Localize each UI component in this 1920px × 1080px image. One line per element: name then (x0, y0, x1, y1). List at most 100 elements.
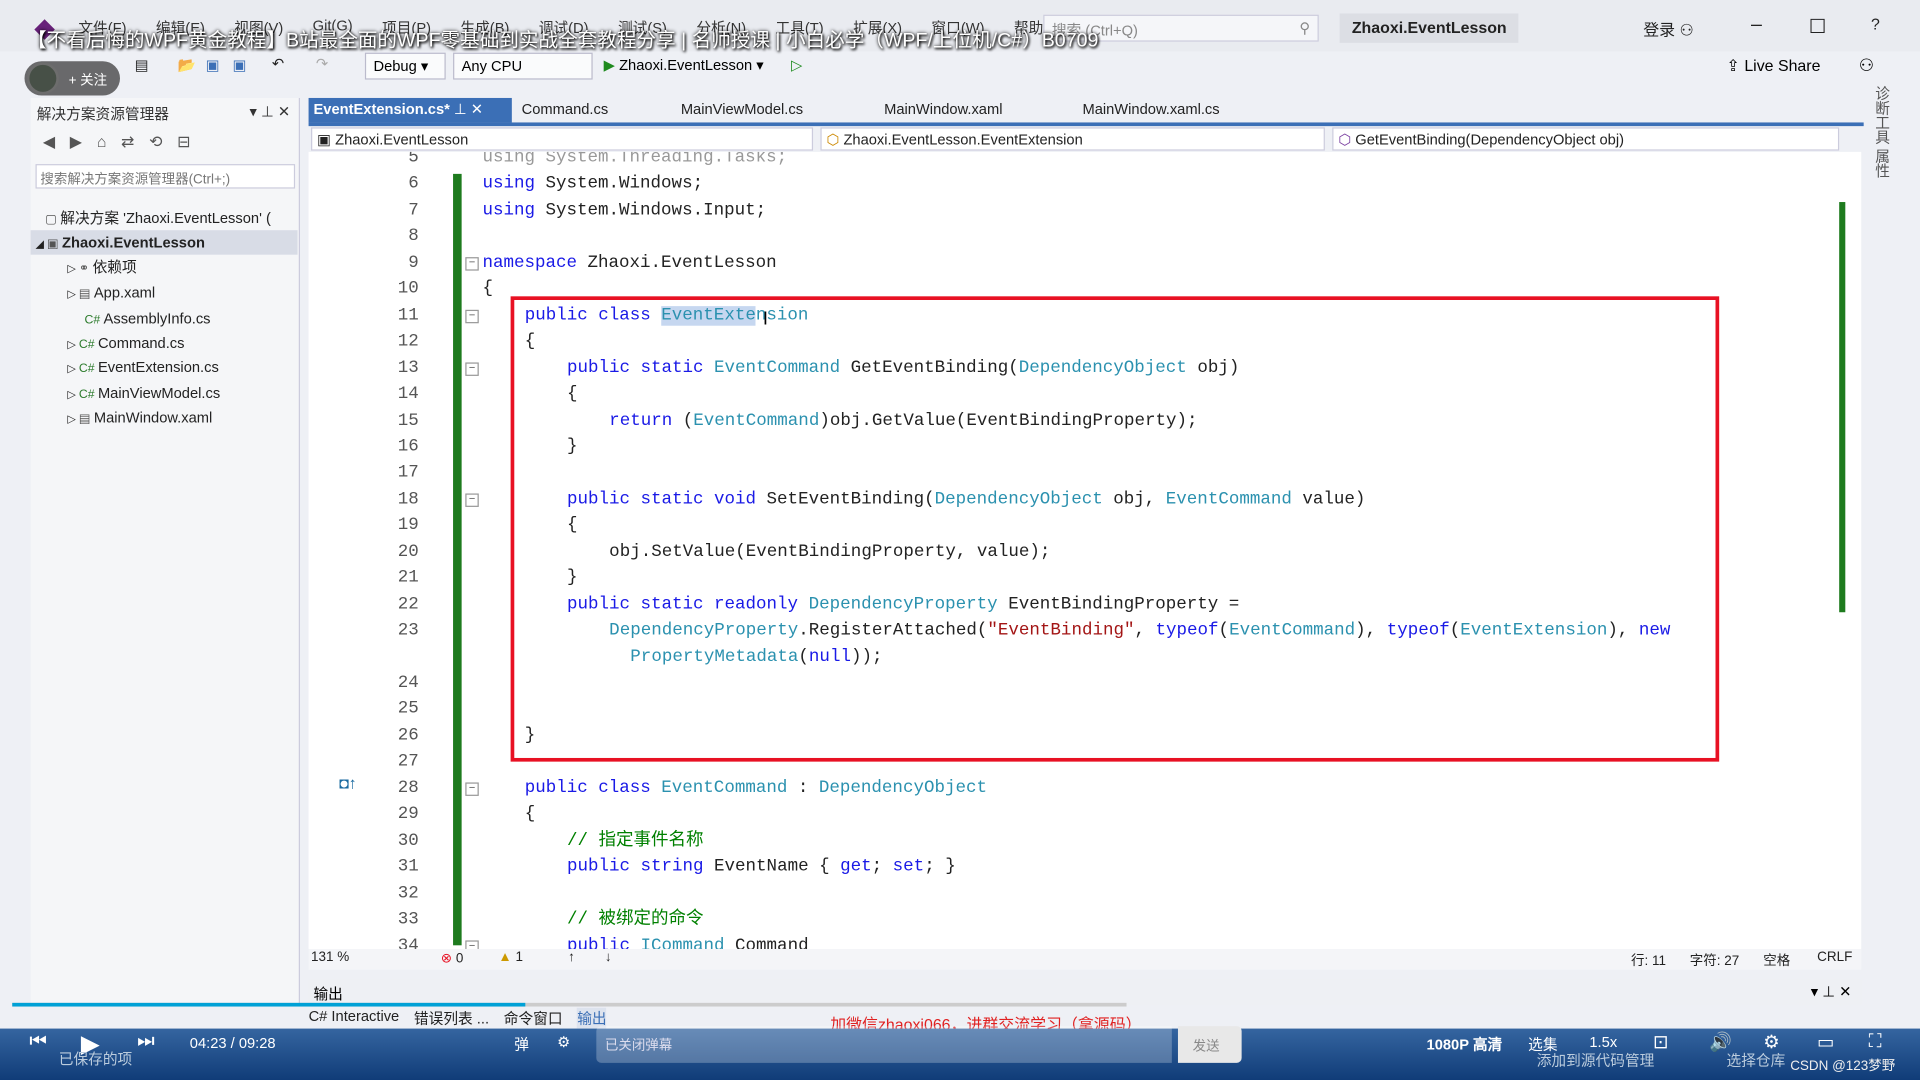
subtitle-icon[interactable]: ⊡ (1653, 1031, 1668, 1053)
home-icon[interactable]: ⌂ (97, 132, 107, 152)
collapse-region-icon[interactable]: − (465, 782, 479, 796)
back-icon[interactable]: ◀ (43, 132, 55, 152)
start-debug-button[interactable]: ▶ Zhaoxi.EventLesson ▾ (604, 56, 764, 73)
search-icon: ⚲ (1299, 19, 1311, 37)
code-line[interactable]: 31 public string EventName { get; set; } (309, 855, 1862, 881)
collapse-region-icon[interactable]: − (465, 256, 479, 271)
redo-icon[interactable]: ↷ (316, 55, 328, 72)
help-icon[interactable]: ? (1871, 15, 1880, 33)
member-navigation-dropdown[interactable]: ⬡ GetEventBinding(DependencyObject obj) (1332, 127, 1840, 151)
fullscreen-icon[interactable]: ⛶ (1869, 1031, 1882, 1052)
live-share-button[interactable]: ⇪ Live Share (1727, 56, 1821, 76)
start-without-debug-icon[interactable]: ▷ (791, 56, 802, 73)
diagnostic-tools-tab[interactable]: 诊断工具 属性 (1866, 86, 1893, 943)
next-video-icon[interactable]: ⏭ (137, 1031, 155, 1053)
code-line[interactable]: 32 (309, 881, 1862, 907)
minimize-button[interactable]: – (1751, 15, 1762, 37)
expand-chevron-icon[interactable]: ▷ (67, 338, 79, 350)
history-icon[interactable]: ⟲ (149, 132, 162, 152)
expand-chevron-icon[interactable]: ◢ (36, 238, 48, 250)
tab-eventextension-cs-[interactable]: EventExtension.cs* ⊥ ✕ (308, 97, 512, 123)
code-line[interactable]: 5 using System.Threading.Tasks; (309, 152, 1862, 172)
tree-item[interactable]: ▷ ⚭ 依赖项 (31, 255, 298, 279)
tab-mainwindow-xaml-cs[interactable]: MainWindow.xaml.cs (1078, 98, 1225, 122)
code-line[interactable]: 34 − public ICommand Command (309, 934, 1862, 949)
tree-item[interactable]: C# AssemblyInfo.cs (31, 306, 298, 330)
code-line[interactable]: 9 − namespace Zhaoxi.EventLesson (309, 251, 1862, 277)
tree-item[interactable]: ▷ C# Command.cs (31, 331, 298, 355)
close-icon[interactable]: ▾ ⊥ ✕ (250, 103, 291, 120)
nav-project-label: Zhaoxi.EventLesson (335, 131, 469, 149)
code-line[interactable]: 8 (309, 225, 1862, 251)
danmaku-toggle-icon[interactable]: 弹 (514, 1033, 529, 1054)
expand-chevron-icon[interactable]: ▷ (67, 413, 79, 425)
tab-close-icon[interactable]: ⊥ ✕ (450, 100, 483, 117)
bottom-tab[interactable]: 错误列表 ... (414, 1008, 489, 1029)
tree-item[interactable]: ▷ C# MainViewModel.cs (31, 381, 298, 405)
bottom-tab[interactable]: 命令窗口 (504, 1008, 563, 1029)
danmaku-input[interactable]: 已关闭弹幕 (596, 1026, 1172, 1063)
tree-item[interactable]: ▷ ▤ MainWindow.xaml (31, 405, 298, 429)
collapse-region-icon[interactable]: − (465, 309, 479, 323)
new-project-icon[interactable]: ▤ (135, 56, 149, 73)
feedback-icon[interactable]: ⚇ (1859, 55, 1874, 76)
tree-item[interactable]: ▷ C# EventExtension.cs (31, 355, 298, 379)
expand-chevron-icon[interactable]: ▷ (67, 362, 79, 374)
project-navigation-dropdown[interactable]: ▣ Zhaoxi.EventLesson (311, 127, 814, 151)
code-token: : (797, 778, 819, 799)
undo-icon[interactable]: ↶ (272, 55, 284, 72)
expand-chevron-icon[interactable]: ▷ (67, 262, 79, 274)
next-icon[interactable]: ↓ (605, 950, 612, 965)
previous-icon[interactable]: ↑ (568, 950, 575, 965)
line-ending[interactable]: CRLF (1817, 950, 1852, 965)
code-line[interactable]: 33 // 被绑定的命令 (309, 907, 1862, 933)
video-progress-fill (12, 1002, 525, 1007)
scrollbar-map[interactable] (1839, 202, 1846, 613)
send-danmaku-button[interactable]: 发送 (1177, 1026, 1242, 1063)
configuration-select[interactable]: Debug ▾ (364, 52, 446, 80)
error-count[interactable]: ⊗ 0 (441, 950, 464, 966)
tree-item[interactable]: ▷ ▤ App.xaml (31, 280, 298, 304)
open-icon[interactable]: 📂 (178, 56, 196, 73)
expand-chevron-icon[interactable]: ▷ (67, 388, 79, 400)
platform-select[interactable]: Any CPU (453, 52, 593, 80)
collapse-region-icon[interactable]: − (465, 939, 479, 949)
add-to-source-control[interactable]: 添加到源代码管理 (1537, 1049, 1655, 1070)
select-repo[interactable]: 选择仓库 (1727, 1049, 1786, 1070)
tree-item[interactable]: ▢ 解决方案 'Zhaoxi.EventLesson' ( (31, 206, 298, 230)
collapse-region-icon[interactable]: − (465, 493, 479, 507)
type-navigation-dropdown[interactable]: ⬡ Zhaoxi.EventLesson.EventExtension (820, 127, 1325, 151)
save-all-icon[interactable]: ▣ (233, 56, 247, 73)
collapse-region-icon[interactable]: − (465, 361, 479, 376)
previous-video-icon[interactable]: ⏮ (29, 1031, 47, 1053)
tab-label: Command.cs (521, 100, 609, 118)
collapse-icon[interactable]: ⊟ (177, 132, 190, 152)
code-line[interactable]: 6 using System.Windows; (309, 172, 1862, 198)
tab-mainviewmodel-cs[interactable]: MainViewModel.cs (676, 98, 808, 122)
code-line[interactable]: 30 // 指定事件名称 (309, 829, 1862, 855)
indent-mode[interactable]: 空格 (1763, 950, 1790, 970)
follow-button[interactable]: + 关注 (24, 61, 121, 96)
quality-select[interactable]: 1080P 高清 (1427, 1033, 1503, 1054)
output-close-icon[interactable]: ▾ ⊥ ✕ (1811, 983, 1852, 1000)
expand-chevron-icon[interactable]: ▷ (67, 288, 79, 300)
pip-icon[interactable]: ▭ (1817, 1031, 1834, 1053)
tab-mainwindow-xaml[interactable]: MainWindow.xaml (879, 98, 1007, 122)
sync-icon[interactable]: ⇄ (121, 132, 134, 152)
save-icon[interactable]: ▣ (206, 56, 220, 73)
zoom-select[interactable]: 131 % (311, 950, 349, 965)
danmaku-settings-icon[interactable]: ⚙ (557, 1033, 570, 1050)
maximize-button[interactable]: ☐ (1809, 15, 1827, 39)
tree-item[interactable]: ◢ ▣ Zhaoxi.EventLesson (30, 230, 298, 255)
bottom-tab[interactable]: C# Interactive (309, 1008, 400, 1029)
code-line[interactable]: 28 − public class EventCommand : Dependenc… (309, 776, 1862, 802)
warning-count[interactable]: ▲ 1 (498, 950, 523, 965)
code-line[interactable]: 7 using System.Windows.Input; (309, 198, 1862, 224)
forward-icon[interactable]: ▶ (70, 132, 82, 152)
login-button[interactable]: 登录 ⚇ (1643, 17, 1694, 40)
tab-command-cs[interactable]: Command.cs (517, 98, 613, 122)
speed-select[interactable]: 1.5x (1589, 1033, 1617, 1050)
code-line[interactable]: 29 { (309, 802, 1862, 828)
codelens-icon[interactable]: ◘↑ (339, 774, 357, 792)
solution-search-input[interactable]: 搜索解决方案资源管理器(Ctrl+;) (35, 164, 296, 189)
